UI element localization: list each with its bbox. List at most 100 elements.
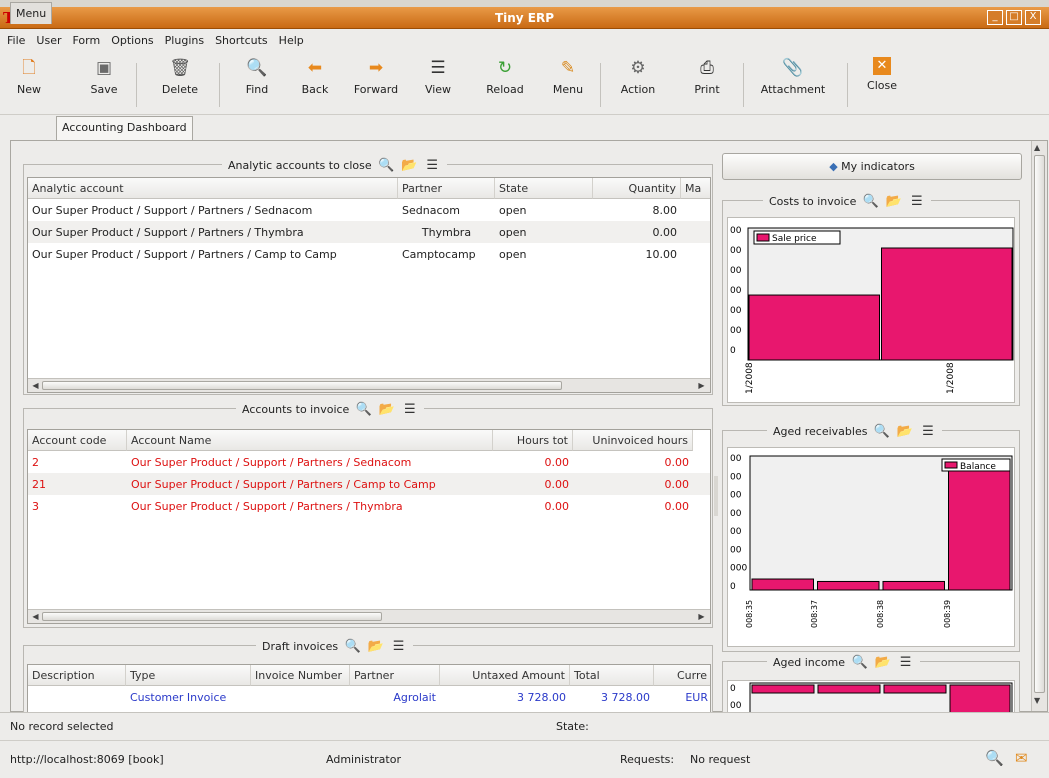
menu-plugins[interactable]: Plugins (158, 29, 208, 47)
back-button[interactable]: ⬅ Back (298, 57, 332, 111)
open-folder-icon[interactable]: 📂 (874, 654, 891, 671)
scroll-down-icon[interactable]: ▼ (1034, 696, 1040, 705)
scroll-right-icon[interactable]: ▶ (696, 380, 707, 391)
y-tick-label: 00 (730, 246, 742, 256)
column-header[interactable]: Curre (654, 665, 710, 686)
column-header[interactable]: Quantity (593, 178, 681, 199)
main-vertical-scrollbar[interactable]: ▲ ▼ (1031, 141, 1047, 711)
list-icon[interactable]: ☰ (897, 654, 914, 671)
dashboard-content: Analytic accounts to close 🔍 📂 ☰ Analyti… (10, 140, 1048, 724)
search-icon[interactable]: 🔍 (873, 423, 890, 440)
list-view-icon: ☰ (430, 58, 446, 78)
search-icon[interactable]: 🔍 (344, 638, 361, 655)
open-folder-icon[interactable]: 📂 (401, 157, 418, 174)
legend-swatch (944, 461, 958, 469)
new-request-icon[interactable]: ✉ (1015, 749, 1028, 767)
scrollbar-thumb[interactable] (42, 612, 382, 621)
table-row[interactable]: 2 Our Super Product / Support / Partners… (28, 451, 710, 473)
pane-splitter[interactable] (714, 476, 718, 516)
view-button[interactable]: ☰ View (421, 57, 455, 111)
scrollbar-thumb[interactable] (42, 381, 562, 390)
minimize-button[interactable]: _ (987, 10, 1003, 25)
toolbar-separator (743, 63, 744, 107)
scroll-left-icon[interactable]: ◀ (30, 611, 41, 622)
column-header[interactable]: Uninvoiced hours (573, 430, 693, 451)
open-folder-icon[interactable]: 📂 (896, 423, 913, 440)
find-button[interactable]: 🔍 Find (240, 57, 274, 111)
scroll-left-icon[interactable]: ◀ (30, 380, 41, 391)
x-tick-label: 1/2008 (745, 362, 755, 394)
window-close-button[interactable]: X (1025, 10, 1041, 25)
menu-help[interactable]: Help (272, 29, 308, 47)
table-row[interactable]: Our Super Product / Support / Partners /… (28, 199, 710, 221)
forward-button[interactable]: ➡ Forward (351, 57, 401, 111)
menu-options[interactable]: Options (104, 29, 157, 47)
action-button[interactable]: ⚙ Action (616, 57, 660, 111)
column-header[interactable]: Untaxed Amount (440, 665, 570, 686)
table-row[interactable]: Customer Invoice Agrolait 3 728.00 3 728… (28, 686, 710, 708)
delete-button[interactable]: 🗑 Delete (158, 57, 202, 111)
open-folder-icon[interactable]: 📂 (885, 193, 902, 210)
table-row[interactable]: Our Super Product / Support / Partners /… (28, 221, 710, 243)
list-icon[interactable]: ☰ (390, 638, 407, 655)
search-icon[interactable]: 🔍 (851, 654, 868, 671)
tab-accounting-dashboard[interactable]: Accounting Dashboard (56, 116, 193, 141)
tab-menu[interactable]: Menu (10, 2, 53, 24)
maximize-button[interactable]: □ (1006, 10, 1022, 25)
column-header[interactable]: Ma (681, 178, 710, 199)
horizontal-scrollbar[interactable]: ◀ ▶ (28, 378, 710, 392)
list-icon[interactable]: ☰ (424, 157, 441, 174)
scroll-right-icon[interactable]: ▶ (696, 611, 707, 622)
column-header[interactable]: Analytic account (28, 178, 398, 199)
list-icon[interactable]: ☰ (919, 423, 936, 440)
table-row[interactable]: 21 Our Super Product / Support / Partner… (28, 473, 710, 495)
open-folder-icon[interactable]: 📂 (367, 638, 384, 655)
y-tick-label: 00 (730, 509, 742, 519)
column-header[interactable]: Partner (398, 178, 495, 199)
my-indicators-button[interactable]: ◆ My indicators (722, 153, 1022, 180)
list-icon[interactable]: ☰ (908, 193, 925, 210)
x-tick-label: 008:37 (810, 600, 819, 628)
table-row[interactable]: Our Super Product / Support / Partners /… (28, 243, 710, 265)
reload-button[interactable]: ↻ Reload (482, 57, 528, 111)
list-icon[interactable]: ☰ (401, 401, 418, 418)
open-folder-icon[interactable]: 📂 (378, 401, 395, 418)
y-tick-label: 00 (730, 286, 742, 296)
menu-file[interactable]: File (0, 29, 29, 47)
menu-shortcuts[interactable]: Shortcuts (208, 29, 272, 47)
search-icon[interactable]: 🔍 (862, 193, 879, 210)
new-button[interactable]: 🗋 New (11, 57, 47, 111)
column-header[interactable]: Hours tot (493, 430, 573, 451)
scrollbar-thumb[interactable] (1034, 155, 1045, 693)
horizontal-scrollbar[interactable]: ◀ ▶ (28, 609, 710, 623)
search-icon[interactable]: 🔍 (378, 157, 395, 174)
scroll-up-icon[interactable]: ▲ (1034, 143, 1040, 152)
table-row[interactable]: 3 Our Super Product / Support / Partners… (28, 495, 710, 517)
draft-invoices-table: Description Type Invoice Number Partner … (27, 664, 711, 714)
window-title: Tiny ERP (494, 11, 555, 25)
read-requests-icon[interactable]: 🔍 (985, 749, 1004, 767)
column-header[interactable]: Account Name (127, 430, 493, 451)
column-header[interactable]: Invoice Number (251, 665, 350, 686)
menu-form[interactable]: Form (66, 29, 105, 47)
menu-user[interactable]: User (29, 29, 65, 47)
column-header[interactable]: Description (28, 665, 126, 686)
aged-receivables-panel: Aged receivables 🔍 📂 ☰ 00 00 00 00 00 00 000 0 … (722, 422, 1020, 652)
column-header[interactable]: Account code (28, 430, 127, 451)
save-button[interactable]: ▣ Save (86, 57, 122, 111)
search-icon[interactable]: 🔍 (355, 401, 372, 418)
y-tick-label: 0 (730, 684, 736, 694)
column-header[interactable]: Type (126, 665, 251, 686)
gears-icon: ⚙ (630, 58, 646, 78)
legend-label: Balance (960, 462, 996, 472)
print-button[interactable]: ⎙ Print (690, 57, 724, 111)
bar (882, 580, 945, 591)
column-header[interactable]: Total (570, 665, 654, 686)
menu-button[interactable]: ✎ Menu (548, 57, 588, 111)
draft-invoices-panel: Draft invoices 🔍 📂 ☰ Description Type In… (23, 637, 713, 714)
close-button[interactable]: ✕ Close (862, 57, 902, 111)
y-tick-label: 00 (730, 226, 742, 236)
attachment-button[interactable]: 📎 Attachment (755, 57, 831, 111)
column-header[interactable]: State (495, 178, 593, 199)
column-header[interactable]: Partner (350, 665, 440, 686)
